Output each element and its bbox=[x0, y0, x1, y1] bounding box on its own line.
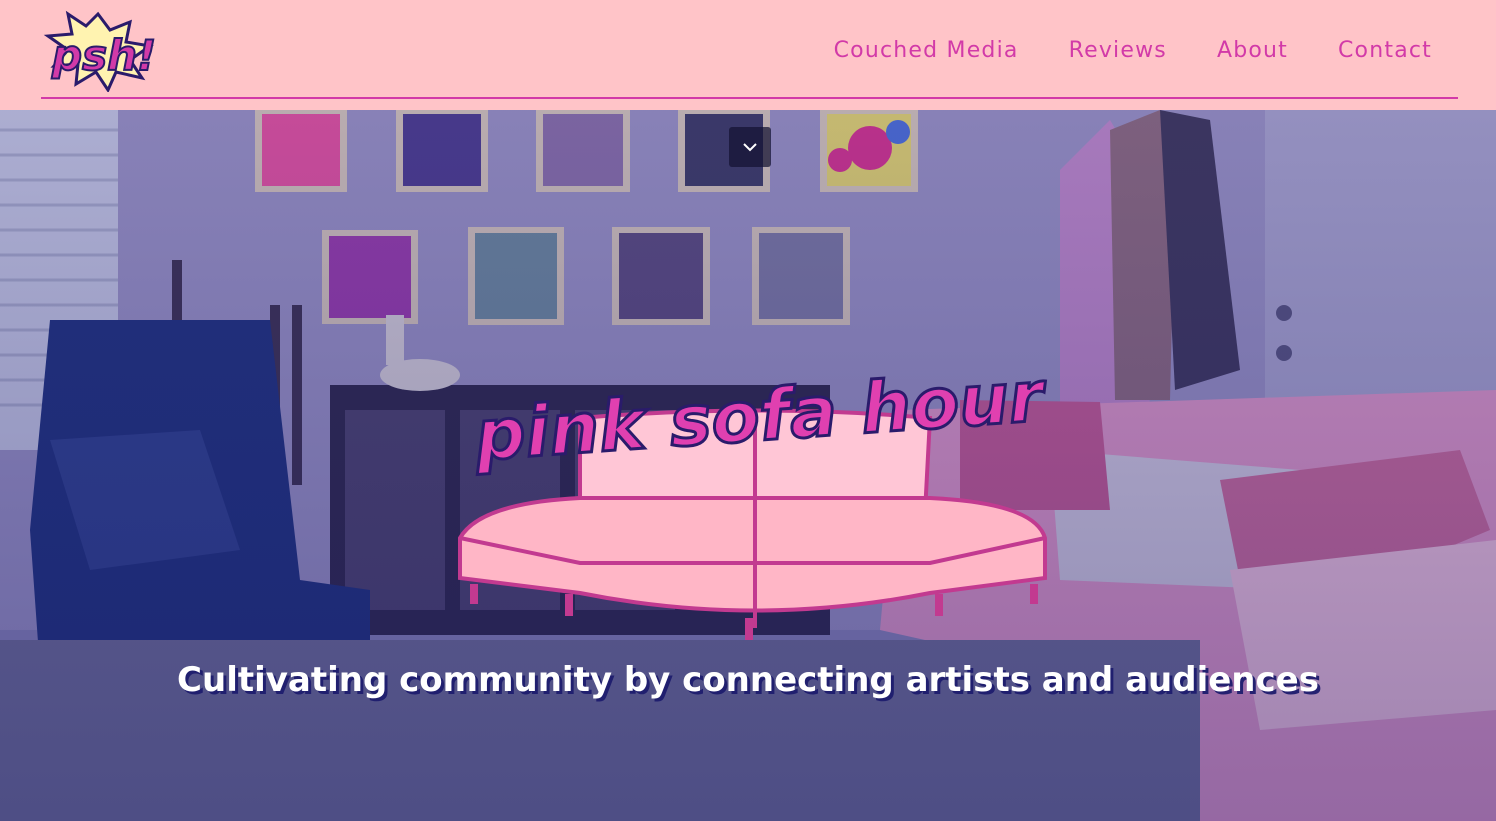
main-nav: Couched Media Reviews About Contact bbox=[834, 38, 1432, 63]
hero-tagline: Cultivating community by connecting arti… bbox=[177, 660, 1319, 700]
scroll-down-button[interactable] bbox=[729, 127, 771, 167]
psh-logo[interactable]: psh! bbox=[38, 8, 156, 92]
chevron-down-icon bbox=[743, 143, 757, 152]
svg-text:psh!: psh! bbox=[51, 31, 156, 80]
header-divider bbox=[41, 97, 1458, 99]
nav-about[interactable]: About bbox=[1217, 38, 1288, 63]
nav-contact[interactable]: Contact bbox=[1338, 38, 1432, 63]
nav-couched-media[interactable]: Couched Media bbox=[834, 38, 1019, 63]
hero-section: pink sofa hour Cultivating community by … bbox=[0, 110, 1496, 821]
site-header: psh! Couched Media Reviews About Contact bbox=[0, 0, 1496, 110]
pink-sofa-hour-logo: pink sofa hour bbox=[458, 353, 1052, 640]
nav-reviews[interactable]: Reviews bbox=[1069, 38, 1167, 63]
